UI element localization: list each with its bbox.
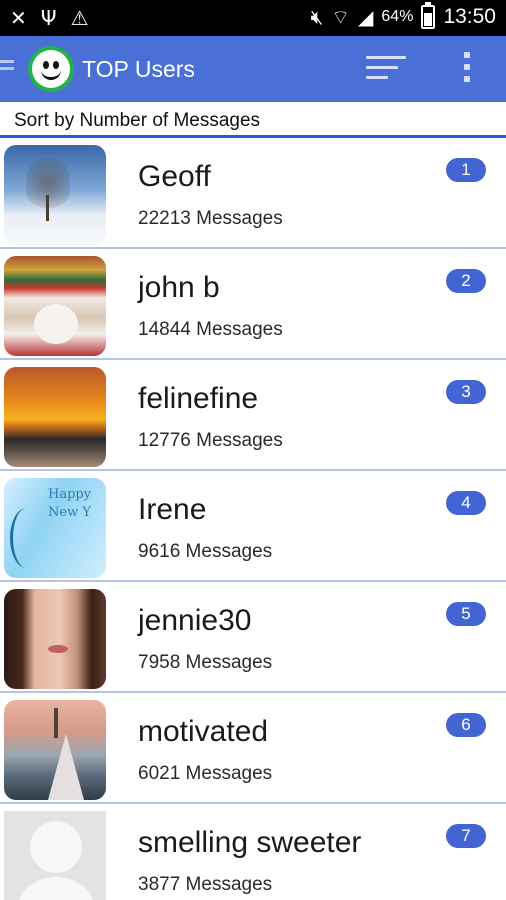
battery-icon [421,2,436,29]
overflow-menu-icon[interactable] [458,52,476,86]
wifi-icon: ⌔ [331,5,351,29]
message-count: 22213 Messages [138,208,283,229]
list-item[interactable]: smelling sweeter 3877 Messages 7 [0,804,506,900]
avatar[interactable] [4,811,106,900]
user-name: motivated [138,715,269,748]
list-item[interactable]: john b 14844 Messages 2 [0,249,506,360]
avatar[interactable] [4,589,106,689]
rank-badge: 2 [446,269,486,293]
sort-label: Sort by Number of Messages [14,110,261,131]
missed-call-icon: ✕ [10,6,27,30]
user-name: smelling sweeter [138,826,362,859]
avatar[interactable] [4,145,106,245]
rank-badge: 7 [446,824,486,848]
avatar[interactable] [4,700,106,800]
user-name: Geoff [138,160,211,193]
message-count: 14844 Messages [138,319,283,340]
list-item[interactable]: jennie30 7958 Messages 5 [0,582,506,693]
clock: 13:50 [443,5,496,28]
user-name: Irene [138,493,207,526]
user-list: Geoff 22213 Messages 1 john b 14844 Mess… [0,138,506,900]
message-count: 3877 Messages [138,874,273,895]
message-count: 9616 Messages [138,541,273,562]
message-count: 7958 Messages [138,652,273,673]
list-item[interactable]: Irene 9616 Messages 4 [0,471,506,582]
message-count: 6021 Messages [138,763,273,784]
avatar[interactable] [4,478,106,578]
avatar[interactable] [4,256,106,356]
sort-icon[interactable] [366,56,406,84]
rank-badge: 5 [446,602,486,626]
app-logo-icon[interactable] [28,46,74,92]
user-name: jennie30 [138,604,252,637]
list-item[interactable]: Geoff 22213 Messages 1 [0,138,506,249]
status-bar: ✕ Ψ ⚠ 🔇︎ ⌔ ◢ 64% 13:50 [0,0,506,36]
usb-icon: Ψ [40,6,57,30]
user-name: john b [138,271,220,304]
warning-icon: ⚠ [70,6,89,30]
mute-icon: 🔇︎ [310,5,324,29]
rank-badge: 1 [446,158,486,182]
drawer-menu-icon[interactable] [0,60,14,78]
list-item[interactable]: felinefine 12776 Messages 3 [0,360,506,471]
app-title: TOP Users [82,56,195,82]
sort-header: Sort by Number of Messages [0,102,506,138]
rank-badge: 3 [446,380,486,404]
avatar[interactable] [4,367,106,467]
user-name: felinefine [138,382,259,415]
rank-badge: 6 [446,713,486,737]
message-count: 12776 Messages [138,430,283,451]
rank-badge: 4 [446,491,486,515]
list-item[interactable]: motivated 6021 Messages 6 [0,693,506,804]
battery-percent: 64% [381,8,414,25]
signal-icon: ◢ [358,5,374,29]
app-bar: TOP Users [0,36,506,102]
